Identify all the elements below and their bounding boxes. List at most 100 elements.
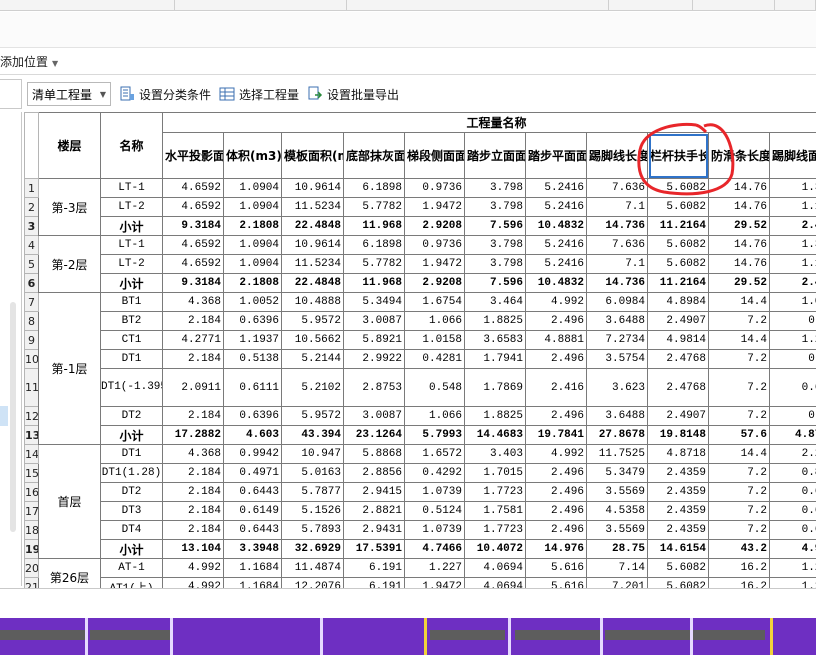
value-cell[interactable]: 1.6572 [404,444,465,464]
header-col-10[interactable]: 踢脚线面积(斜)(m2) [769,132,816,179]
value-cell[interactable]: 1.7723 [464,482,526,502]
value-cell[interactable]: 1.25 [769,577,816,588]
value-cell[interactable]: 7.2 [708,368,770,407]
row-number[interactable]: 2 [24,197,39,217]
value-cell[interactable]: 1.0739 [404,482,465,502]
value-cell[interactable]: 0.4971 [223,463,282,483]
value-cell[interactable]: 7.596 [464,216,526,236]
subtotal-row[interactable]: 13 小计17.28824.60343.39423.12645.799314.46… [24,425,816,445]
value-cell[interactable]: 10.4888 [281,292,344,312]
top-tab-4[interactable] [609,0,693,11]
value-cell[interactable]: 1.17 [769,197,816,217]
floor-cell[interactable]: 第26层 [38,558,101,588]
value-cell[interactable]: 0.9736 [404,178,465,198]
value-cell[interactable]: 2.9208 [404,273,465,293]
value-cell[interactable]: 0.6443 [223,482,282,502]
value-cell[interactable]: 6.1898 [343,178,405,198]
value-cell[interactable]: 7.636 [586,235,648,255]
value-cell[interactable]: 2.4907 [647,406,709,426]
value-cell[interactable]: 5.2416 [525,197,587,217]
value-cell[interactable]: 4.6592 [162,178,224,198]
name-cell[interactable]: LT-1 [100,235,163,255]
value-cell[interactable]: 14.76 [708,254,770,274]
row-number[interactable]: 19 [24,539,39,559]
value-cell[interactable]: 0.67 [769,501,816,521]
value-cell[interactable]: 14.4683 [464,425,526,445]
value-cell[interactable]: 1.0904 [223,178,282,198]
value-cell[interactable]: 3.6583 [464,330,526,350]
value-cell[interactable]: 1.7941 [464,349,526,369]
value-cell[interactable]: 10.4072 [464,539,526,559]
floor-cell[interactable]: 第-1层 [38,292,101,445]
corner-cell[interactable] [24,112,39,179]
table-row[interactable]: 1 第-3层 LT-1 4.6592 1.0904 10.9614 6.1898 0.9736… [24,178,816,236]
table-row[interactable]: 17 DT3 2.184 0.6149 5.1526 2.8821 0.5124 1.7581… [24,501,816,521]
value-cell[interactable]: 7.2 [708,482,770,502]
value-cell[interactable]: 3.0087 [343,406,405,426]
row-number[interactable]: 17 [24,501,39,521]
name-cell[interactable]: 小计 [100,425,163,445]
value-cell[interactable]: 14.6154 [647,539,709,559]
left-panel-stub[interactable] [0,79,22,109]
header-col-3[interactable]: 底部抹灰面积(m2) [343,132,405,179]
value-cell[interactable]: 4.368 [162,444,224,464]
value-cell[interactable]: 2.184 [162,349,224,369]
value-cell[interactable]: 19.8148 [647,425,709,445]
value-cell[interactable]: 13.104 [162,539,224,559]
name-cell[interactable]: BT1 [100,292,163,312]
value-cell[interactable]: 1.17 [769,254,816,274]
position-bar[interactable]: 添加位置 ▼ [0,50,816,75]
value-cell[interactable]: 7.2 [708,349,770,369]
value-cell[interactable]: 2.8856 [343,463,405,483]
value-cell[interactable]: 0.6149 [223,501,282,521]
value-cell[interactable]: 2.496 [525,311,587,331]
value-cell[interactable]: 11.2164 [647,273,709,293]
value-cell[interactable]: 1.7581 [464,501,526,521]
value-cell[interactable]: 1.6754 [404,292,465,312]
value-cell[interactable]: 1.1684 [223,558,282,578]
value-cell[interactable]: 11.4874 [281,558,344,578]
value-cell[interactable]: 5.8868 [343,444,405,464]
value-cell[interactable]: 1.9472 [404,254,465,274]
row-number[interactable]: 21 [24,577,39,588]
value-cell[interactable]: 4.2771 [162,330,224,350]
name-cell[interactable]: LT-2 [100,197,163,217]
value-cell[interactable]: 43.2 [708,539,770,559]
value-cell[interactable]: 14.76 [708,178,770,198]
value-cell[interactable]: 0.5124 [404,501,465,521]
value-cell[interactable]: 2.4359 [647,463,709,483]
value-cell[interactable]: 3.464 [464,292,526,312]
value-cell[interactable]: 5.7782 [343,254,405,274]
row-number[interactable]: 18 [24,520,39,540]
value-cell[interactable]: 0.4281 [404,349,465,369]
value-cell[interactable]: 2.4768 [647,368,709,407]
value-cell[interactable]: 2.496 [525,482,587,502]
value-cell[interactable]: 3.6488 [586,311,648,331]
value-cell[interactable]: 2.0911 [162,368,224,407]
value-cell[interactable]: 0.9942 [223,444,282,464]
table-row[interactable]: 8 BT2 2.184 0.6396 5.9572 3.0087 1.066 1.8825 2.… [24,311,816,331]
value-cell[interactable]: 0.81 [769,463,816,483]
value-cell[interactable]: 5.2416 [525,178,587,198]
table-row[interactable]: 9 CT1 4.2771 1.1937 10.5662 5.8921 1.0158 3.658… [24,330,816,350]
value-cell[interactable]: 4.7466 [404,539,465,559]
value-cell[interactable]: 4.992 [525,292,587,312]
value-cell[interactable]: 0.6443 [223,520,282,540]
value-cell[interactable]: 1.066 [404,406,465,426]
value-cell[interactable]: 0.4292 [404,463,465,483]
value-cell[interactable]: 22.4848 [281,273,344,293]
row-number[interactable]: 20 [24,558,39,578]
value-cell[interactable]: 5.2144 [281,349,344,369]
value-cell[interactable]: 5.6082 [647,577,709,588]
row-number[interactable]: 10 [24,349,39,369]
value-cell[interactable]: 2.184 [162,501,224,521]
header-floor[interactable]: 楼层 [38,112,101,179]
value-cell[interactable]: 5.616 [525,558,587,578]
value-cell[interactable]: 5.9572 [281,406,344,426]
value-cell[interactable]: 29.52 [708,216,770,236]
value-cell[interactable]: 22.4848 [281,216,344,236]
value-cell[interactable]: 17.5391 [343,539,405,559]
value-cell[interactable]: 4.8881 [525,330,587,350]
value-cell[interactable]: 7.2 [708,501,770,521]
table-row[interactable]: 21 AT1(上)4.9921.168412.20766.1911.94724.0… [24,577,816,588]
